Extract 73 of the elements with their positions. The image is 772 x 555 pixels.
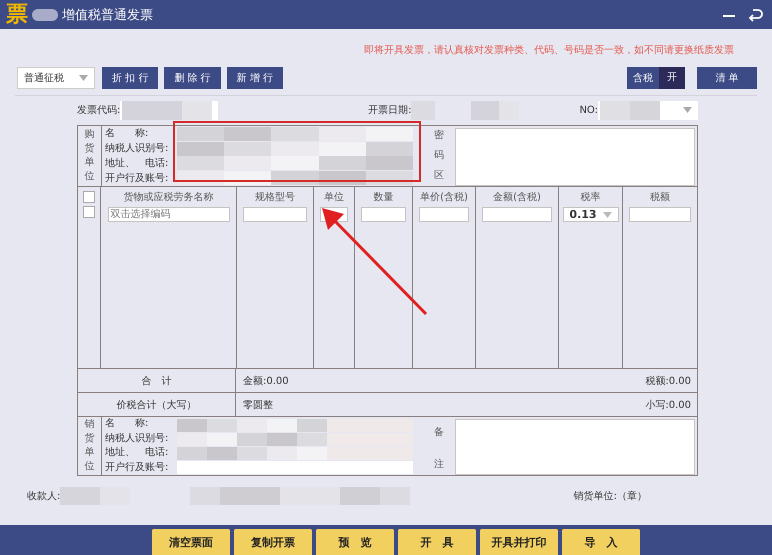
- list-button[interactable]: 清 单: [697, 67, 757, 89]
- dropdown-arrow-icon: [79, 75, 88, 81]
- field-label: 纳税人识别号:: [105, 432, 170, 446]
- tax-included-toggle[interactable]: 含税 开: [627, 67, 685, 89]
- checkbox[interactable]: [83, 191, 95, 203]
- column-header: 货物或应税劳务名称: [124, 190, 214, 204]
- column-header: 单位: [324, 190, 344, 204]
- column-header: 税额: [650, 190, 670, 204]
- remark-label: 备: [434, 426, 444, 439]
- app-logo: 票: [6, 4, 28, 26]
- toolbar-button[interactable]: 折 扣 行: [102, 67, 158, 89]
- field-label: 开户行及账号:: [105, 460, 170, 475]
- seller-side-label: 销货单位: [84, 418, 94, 474]
- input-field[interactable]: [361, 207, 406, 222]
- input-field[interactable]: [243, 207, 307, 222]
- invoice-code-label: 发票代码:: [77, 104, 120, 117]
- blurred-field[interactable]: [177, 170, 413, 185]
- field-label: 名 称:: [105, 126, 150, 140]
- field-label: 开户行及账号:: [105, 172, 170, 186]
- item-name-field[interactable]: 双击选择编码: [108, 207, 230, 222]
- invoice-number-dropdown[interactable]: [598, 100, 698, 120]
- total-amount: 金额:0.00: [243, 374, 289, 388]
- toggle-state: 开: [659, 67, 685, 89]
- cipher-area-label: 密码区: [434, 128, 444, 183]
- dropdown-arrow-icon: [683, 107, 692, 113]
- dropdown-arrow-icon: [602, 212, 612, 218]
- input-field[interactable]: [419, 207, 469, 222]
- notice-text: 即将开具发票，请认真核对发票种类、代码、号码是否一致，如不同请更换纸质发票: [364, 44, 734, 57]
- back-icon[interactable]: [748, 6, 764, 22]
- column-header: 单价(含税): [420, 190, 468, 204]
- invoice-number-label: NO:: [579, 104, 598, 116]
- input-field[interactable]: [177, 432, 413, 446]
- input-field[interactable]: [177, 418, 413, 432]
- toolbar-button[interactable]: 新 增 行: [226, 67, 284, 89]
- total-label: 合 计: [142, 374, 172, 388]
- seller-seal-label: 销货单位:（章）: [574, 490, 647, 503]
- payee-label: 收款人:: [27, 490, 60, 503]
- input-field[interactable]: [177, 446, 413, 460]
- window-title: 增值税普通发票: [62, 6, 153, 24]
- blurred-field[interactable]: [177, 142, 413, 156]
- action-button[interactable]: 开具并打印: [480, 529, 558, 555]
- toolbar-button[interactable]: 删 除 行: [164, 67, 221, 89]
- remark-label: 注: [434, 458, 444, 471]
- amount-in-figures: 小写:0.00: [645, 398, 691, 412]
- action-button[interactable]: 开 具: [398, 529, 476, 555]
- blurred-text: [32, 8, 58, 20]
- column-header: 金额(含税): [493, 190, 541, 204]
- column-header: 数量: [374, 191, 394, 204]
- field-label: 地址、 电话:: [105, 446, 170, 460]
- action-button[interactable]: 清空票面: [152, 529, 230, 555]
- tax-rate-dropdown[interactable]: 0.13: [562, 207, 618, 222]
- invoice-code-field[interactable]: [120, 100, 218, 120]
- blurred-field[interactable]: [177, 156, 413, 170]
- checkbox[interactable]: [83, 206, 95, 218]
- field-label: 地址、 电话:: [105, 156, 170, 170]
- grand-total-label: 价税合计（大写）: [116, 398, 196, 412]
- column-header: 税率: [580, 190, 600, 204]
- field-label: 纳税人识别号:: [105, 142, 170, 156]
- field-label: 名 称:: [105, 417, 150, 432]
- amount-in-words: 零圆整: [243, 398, 273, 412]
- input-field[interactable]: [482, 207, 552, 222]
- buyer-side-label: 购货单位: [84, 128, 94, 184]
- input-field[interactable]: [629, 207, 691, 222]
- blurred-field[interactable]: [177, 127, 413, 142]
- levy-type-dropdown[interactable]: 普通征税: [17, 67, 95, 89]
- column-header: 规格型号: [255, 190, 295, 204]
- action-button[interactable]: 预 览: [316, 529, 394, 555]
- total-tax: 税额:0.00: [645, 374, 691, 388]
- invoice-date-label: 开票日期:: [368, 104, 412, 117]
- action-button[interactable]: 导 入: [562, 529, 640, 555]
- input-field[interactable]: [177, 460, 413, 474]
- action-button[interactable]: 复制开票: [234, 529, 312, 555]
- toggle-label: 含税: [632, 72, 654, 85]
